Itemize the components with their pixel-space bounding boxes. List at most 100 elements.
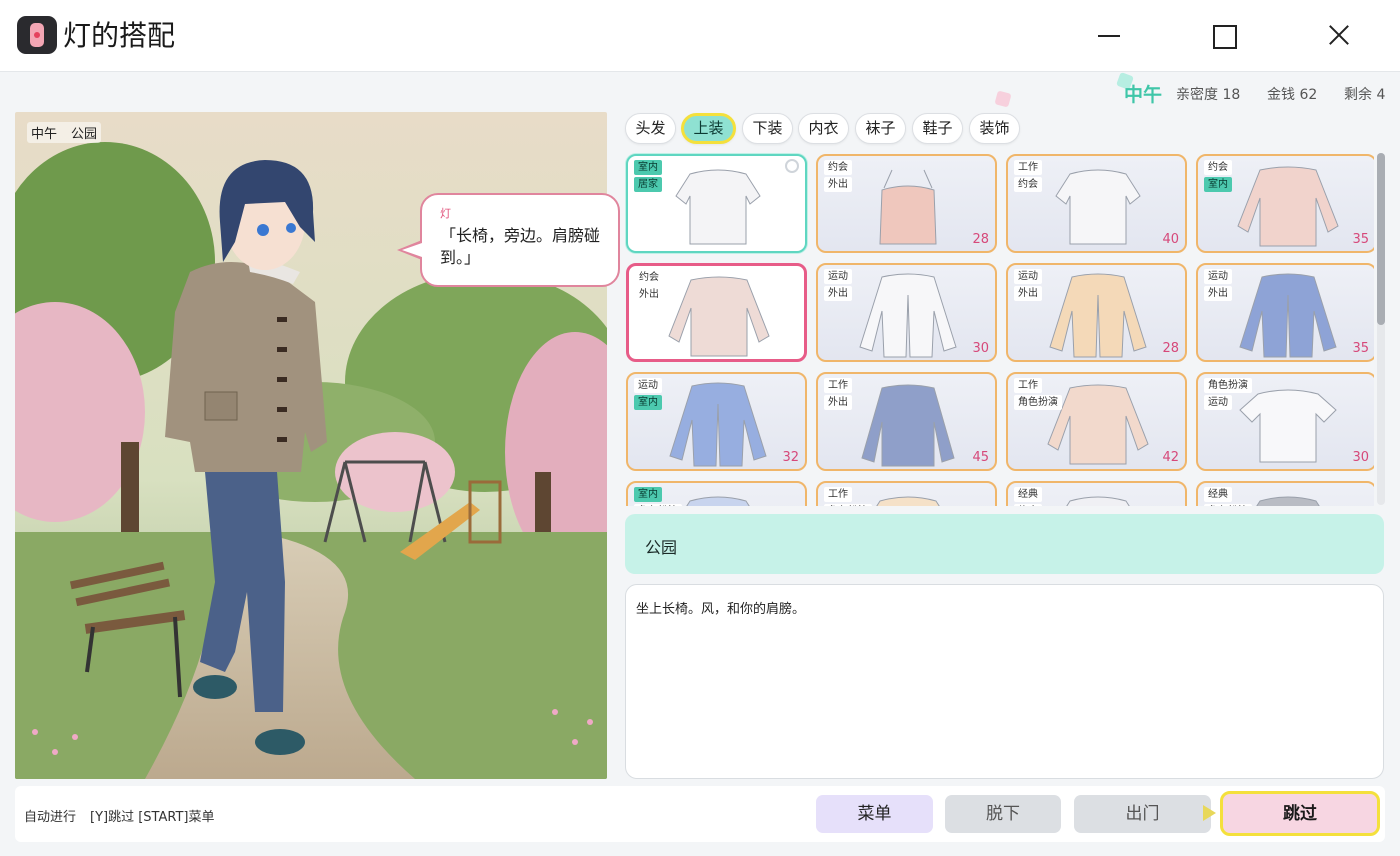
card-tags: 运动 外出 [1204, 269, 1232, 303]
card-tag: 外出 [635, 287, 663, 302]
card-tags: 运动 室内 [634, 378, 662, 412]
scene-place: 公园 [71, 127, 98, 142]
location-panel: 公园 [625, 514, 1384, 574]
clothing-card[interactable]: 运动 外出 28 [1006, 263, 1187, 362]
card-tag: 工作 [1014, 378, 1042, 393]
tab-shoes[interactable]: 鞋子 [912, 113, 963, 144]
tab-accessories[interactable]: 装饰 [969, 113, 1020, 144]
clothing-card[interactable]: 角色扮演 运动 30 [1196, 372, 1374, 471]
card-tag: 角色扮演 [824, 504, 872, 506]
minimize-icon[interactable] [1086, 14, 1132, 58]
card-tag: 室内 [1204, 177, 1232, 192]
description-panel: 坐上长椅。风，和你的肩膀。 [625, 584, 1384, 779]
card-price: 35 [1352, 232, 1369, 247]
tab-underwear[interactable]: 内衣 [798, 113, 849, 144]
clothing-card[interactable]: 工作 约会 40 [1006, 154, 1187, 253]
card-tag: 工作 [824, 378, 852, 393]
card-tag: 经典 [1014, 487, 1042, 502]
skip-button[interactable]: 跳过 [1220, 791, 1380, 836]
card-tag: 外出 [824, 286, 852, 301]
card-price: 42 [1162, 450, 1179, 465]
card-tags: 运动 外出 [1014, 269, 1042, 303]
focus-arrow-icon [1203, 805, 1216, 821]
card-tags: 运动 外出 [824, 269, 852, 303]
card-tags: 室内角色扮演 [634, 487, 682, 506]
card-tag: 运动 [824, 269, 852, 284]
clothing-card[interactable]: 约会 外出 28 [816, 154, 997, 253]
scene-location-label: 中午 公园 [27, 122, 102, 143]
tab-bottoms[interactable]: 下装 [742, 113, 793, 144]
dialogue-line: 「长椅，旁边。肩膀碰到。」 [440, 226, 601, 267]
clothing-card[interactable]: 运动外出 30 [816, 263, 997, 362]
card-tags: 工作角色扮演 [824, 487, 872, 506]
card-price: 28 [972, 232, 989, 247]
clothing-card[interactable]: 经典约会 [1006, 481, 1187, 506]
menu-button[interactable]: 菜单 [816, 795, 933, 833]
description-text: 坐上长椅。风，和你的肩膀。 [636, 602, 806, 617]
card-tag: 运动 [1204, 269, 1232, 284]
card-tag: 外出 [1014, 286, 1042, 301]
card-tag: 运动 [634, 378, 662, 393]
clothing-card[interactable]: 约会 外出 [626, 263, 807, 362]
clothing-card[interactable]: 运动室内 32 [626, 372, 807, 471]
card-tags: 室内 居家 [634, 160, 662, 194]
card-tags: 角色扮演 运动 [1204, 378, 1252, 412]
card-tags: 工作 外出 [824, 378, 852, 412]
clothing-card[interactable]: 工作外出 45 [816, 372, 997, 471]
card-tags: 经典角色扮演 [1204, 487, 1252, 506]
card-tags: 约会 外出 [635, 270, 663, 304]
clothing-card[interactable]: 经典角色扮演 [1196, 481, 1374, 506]
card-tag: 约会 [1204, 160, 1232, 175]
status-remaining: 剩余 4 [1344, 87, 1386, 103]
clothing-card[interactable]: 室内角色扮演 [626, 481, 807, 506]
maximize-icon[interactable] [1201, 14, 1247, 58]
card-tags: 约会 室内 [1204, 160, 1232, 194]
card-tag: 运动 [1204, 395, 1232, 410]
card-tag: 经典 [1204, 487, 1232, 502]
close-icon[interactable] [1316, 14, 1362, 58]
card-tags: 工作角色扮演 [1014, 378, 1062, 412]
speech-bubble: 灯 「长椅，旁边。肩膀碰到。」 [420, 193, 620, 287]
tab-tops[interactable]: 上装 [681, 113, 736, 144]
status-money: 金钱 62 [1267, 87, 1318, 103]
clothing-card[interactable]: 运动 外出 35 [1196, 263, 1374, 362]
bubble-tail-inner [402, 243, 422, 257]
card-price: 30 [1352, 450, 1369, 465]
location-name: 公园 [645, 538, 678, 557]
lamp-icon [17, 16, 57, 54]
card-tag: 角色扮演 [634, 504, 682, 506]
undress-button[interactable]: 脱下 [945, 795, 1061, 833]
clothing-card[interactable]: 工作角色扮演 42 [1006, 372, 1187, 471]
tab-socks[interactable]: 袜子 [855, 113, 906, 144]
auto-advance-label[interactable]: 自动进行 [24, 806, 76, 825]
clothing-card[interactable]: 约会室内 35 [1196, 154, 1374, 253]
card-tag: 角色扮演 [1014, 395, 1062, 410]
scene-time: 中午 [31, 127, 58, 142]
tab-hair[interactable]: 头发 [625, 113, 676, 144]
grid-scrollbar-thumb[interactable] [1377, 153, 1385, 325]
card-tag: 外出 [1204, 286, 1232, 301]
equipped-indicator-icon [785, 159, 799, 173]
decor-square [994, 90, 1012, 108]
card-tags: 工作 约会 [1014, 160, 1042, 194]
card-tags: 约会 外出 [824, 160, 852, 194]
card-price: 45 [972, 450, 989, 465]
card-price: 32 [782, 450, 799, 465]
clothing-card[interactable]: 工作角色扮演 [816, 481, 997, 506]
card-tag: 角色扮演 [1204, 504, 1252, 506]
card-price: 30 [972, 341, 989, 356]
clothing-grid[interactable]: 室内 居家 约会 外出 28 工作 约会 40 约会 室内 35 约会 外出 运动 外出 30 运动 外出 28 运动… [622, 150, 1374, 506]
card-tag: 室内 [634, 395, 662, 410]
title-bar: 灯的搭配 [0, 0, 1400, 72]
card-tag: 约会 [635, 270, 663, 285]
card-tag: 工作 [1014, 160, 1042, 175]
clothing-card[interactable]: 室内 居家 [626, 154, 807, 253]
go-out-button[interactable]: 出门 [1074, 795, 1211, 833]
card-tag: 外出 [824, 395, 852, 410]
window-title: 灯的搭配 [63, 19, 176, 52]
card-tag: 约会 [1014, 504, 1042, 506]
card-tag: 居家 [634, 177, 662, 192]
status-time: 中午 [1124, 84, 1163, 106]
key-hints: [Y]跳过 [START]菜单 [90, 810, 215, 825]
card-tag: 外出 [824, 177, 852, 192]
